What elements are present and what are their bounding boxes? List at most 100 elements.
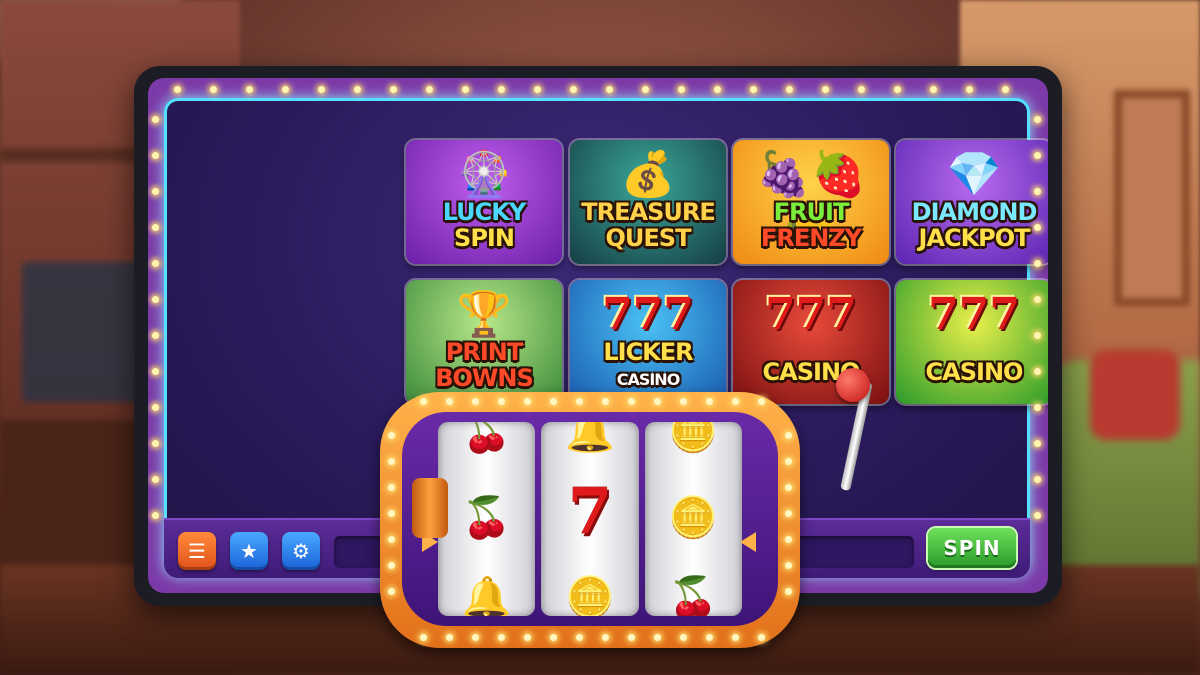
slot-bulb — [732, 398, 739, 405]
marquee-bulb — [1034, 368, 1041, 375]
marquee-bulb — [1002, 86, 1009, 93]
game-title-line2: FRENZY — [760, 224, 862, 252]
menu-button[interactable]: ☰ — [178, 532, 216, 570]
slot-bulb — [472, 634, 479, 641]
slot-bulb — [420, 398, 427, 405]
marquee-bulb — [152, 224, 159, 231]
sofa-pillow — [1090, 350, 1180, 440]
star-icon: ★ — [240, 539, 258, 563]
slot-bulb — [472, 398, 479, 405]
gear-icon: ⚙ — [292, 539, 310, 563]
game-tile[interactable]: 💎 DIAMOND JACKPOT — [896, 140, 1048, 264]
game-title-line2: BOWNS — [435, 364, 534, 392]
marquee-bulb — [498, 86, 505, 93]
cherry-icon: 🍒 — [461, 422, 512, 455]
game-tile[interactable]: 777 LICKER CASINO — [570, 280, 726, 404]
game-tile[interactable]: 🏆 PRINT BOWNS — [406, 280, 562, 404]
slot-bulb — [732, 634, 739, 641]
game-title-line1: DIAMOND — [911, 198, 1038, 226]
slot-bulb — [785, 484, 792, 491]
bell-icon: 🔔 — [461, 575, 512, 616]
game-tile[interactable]: 💰 TREASURE QUEST — [570, 140, 726, 264]
marquee-bulb — [1034, 116, 1041, 123]
game-title-line1: LUCKY — [442, 198, 527, 226]
slot-bulb — [498, 634, 505, 641]
game-art-icon: 🎡 — [456, 149, 512, 200]
slot-bulb — [388, 484, 395, 491]
slot-bulb — [446, 634, 453, 641]
reel: 🔔 7 🪙 — [541, 422, 639, 616]
marquee-bulb — [1034, 404, 1041, 411]
slot-bulb — [785, 562, 792, 569]
slot-bulb — [550, 398, 557, 405]
spin-button[interactable]: SPIN — [928, 528, 1016, 568]
slot-bulb — [576, 398, 583, 405]
cherry-icon: 🍒 — [461, 495, 512, 541]
marquee-bulb — [894, 86, 901, 93]
slot-bulb — [758, 634, 765, 641]
marquee-bulb — [1034, 296, 1041, 303]
reel-window: 🍒 🍒 🔔 🔔 7 🪙 🪙 🪙 🍒 — [402, 412, 778, 626]
marquee-bulb — [246, 86, 253, 93]
marquee-bulb — [1034, 476, 1041, 483]
marquee-bulb — [354, 86, 361, 93]
game-tile[interactable]: 777 CASINO — [896, 280, 1048, 404]
game-art-icon: 777 — [602, 289, 694, 340]
game-art-icon: 777 — [765, 289, 857, 340]
cherry-icon: 🍒 — [668, 575, 719, 616]
marquee-bulb — [152, 152, 159, 159]
marquee-bulb — [1034, 332, 1041, 339]
slot-bulb — [388, 458, 395, 465]
game-title-line1: LICKER — [603, 338, 693, 366]
lever-base — [412, 478, 448, 538]
picture-frame — [1114, 90, 1190, 306]
slot-bulb — [654, 634, 661, 641]
marquee-bulb — [152, 512, 159, 519]
marquee-bulb — [152, 188, 159, 195]
list-icon: ☰ — [188, 539, 206, 563]
marquee-bulb — [426, 86, 433, 93]
slot-bulb — [758, 398, 765, 405]
slot-bulb — [388, 588, 395, 595]
coin-icon: 🪙 — [668, 422, 719, 455]
marquee-bulb — [152, 440, 159, 447]
slot-bulb — [388, 562, 395, 569]
marquee-bulb — [174, 86, 181, 93]
marquee-bulb — [966, 86, 973, 93]
marquee-bulb — [570, 86, 577, 93]
slot-bulb — [420, 634, 427, 641]
marquee-bulb — [152, 476, 159, 483]
game-title-line2: JACKPOT — [918, 224, 1030, 252]
slot-bulb — [654, 398, 661, 405]
slot-bulb — [706, 634, 713, 641]
marquee-bulb — [786, 86, 793, 93]
slot-bulb — [785, 588, 792, 595]
reels: 🍒 🍒 🔔 🔔 7 🪙 🪙 🪙 🍒 — [438, 422, 742, 616]
game-title-line2: QUEST — [605, 224, 692, 252]
settings-button[interactable]: ⚙ — [282, 532, 320, 570]
slot-bulb — [388, 432, 395, 439]
game-art-icon: 777 — [928, 289, 1020, 340]
slot-bulb — [524, 398, 531, 405]
game-tile[interactable]: 🍇🍓🍋 FRUIT FRENZY — [733, 140, 889, 264]
marquee-bulb — [1034, 260, 1041, 267]
favorites-button[interactable]: ★ — [230, 532, 268, 570]
reel: 🪙 🪙 🍒 — [644, 422, 742, 616]
lever-knob[interactable] — [836, 368, 870, 402]
marquee-bulb — [1034, 152, 1041, 159]
marquee-bulb — [606, 86, 613, 93]
slot-bulb — [785, 536, 792, 543]
slot-bulb — [628, 634, 635, 641]
game-title-line2: CASINO — [616, 370, 681, 389]
bell-icon: 🔔 — [565, 422, 615, 455]
seven-icon: 7 — [567, 474, 613, 549]
marquee-bulb — [822, 86, 829, 93]
game-tile[interactable]: 🎡 LUCKY SPIN — [406, 140, 562, 264]
slot-bulb — [706, 398, 713, 405]
marquee-bulb — [462, 86, 469, 93]
marquee-bulb — [152, 116, 159, 123]
marquee-bulb — [1034, 188, 1041, 195]
marquee-bulb — [534, 86, 541, 93]
slot-bulb — [446, 398, 453, 405]
marquee-bulb — [750, 86, 757, 93]
